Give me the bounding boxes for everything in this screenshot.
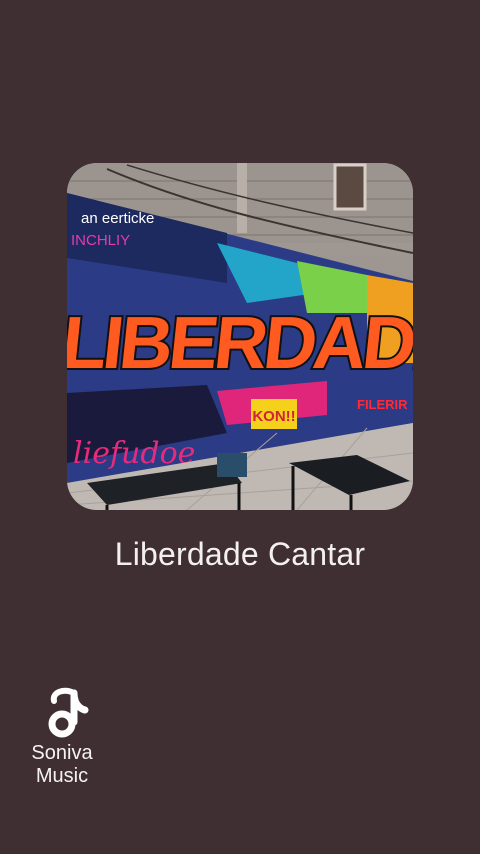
- tag-inchliy: INCHLIY: [71, 232, 130, 249]
- cover-artwork: KON!! an eerticke INCHLIY LIBERDADE lief…: [67, 163, 413, 510]
- graffiti-image: KON!! an eerticke INCHLIY LIBERDADE lief…: [67, 163, 413, 510]
- tag-liberdade: LIBERDADE: [67, 301, 413, 384]
- track-title: Liberdade Cantar: [114, 536, 366, 572]
- soniva-note-icon: [48, 687, 89, 738]
- brand-name-line2: Music: [35, 765, 89, 787]
- tag-eerticke: an eerticke: [81, 210, 154, 227]
- brand-watermark: Soniva Music: [22, 684, 102, 788]
- tag-kon: KON!!: [252, 408, 295, 425]
- tag-filerir: FILERIR: [357, 397, 408, 412]
- brand-name-line1: Soniva: [31, 742, 93, 764]
